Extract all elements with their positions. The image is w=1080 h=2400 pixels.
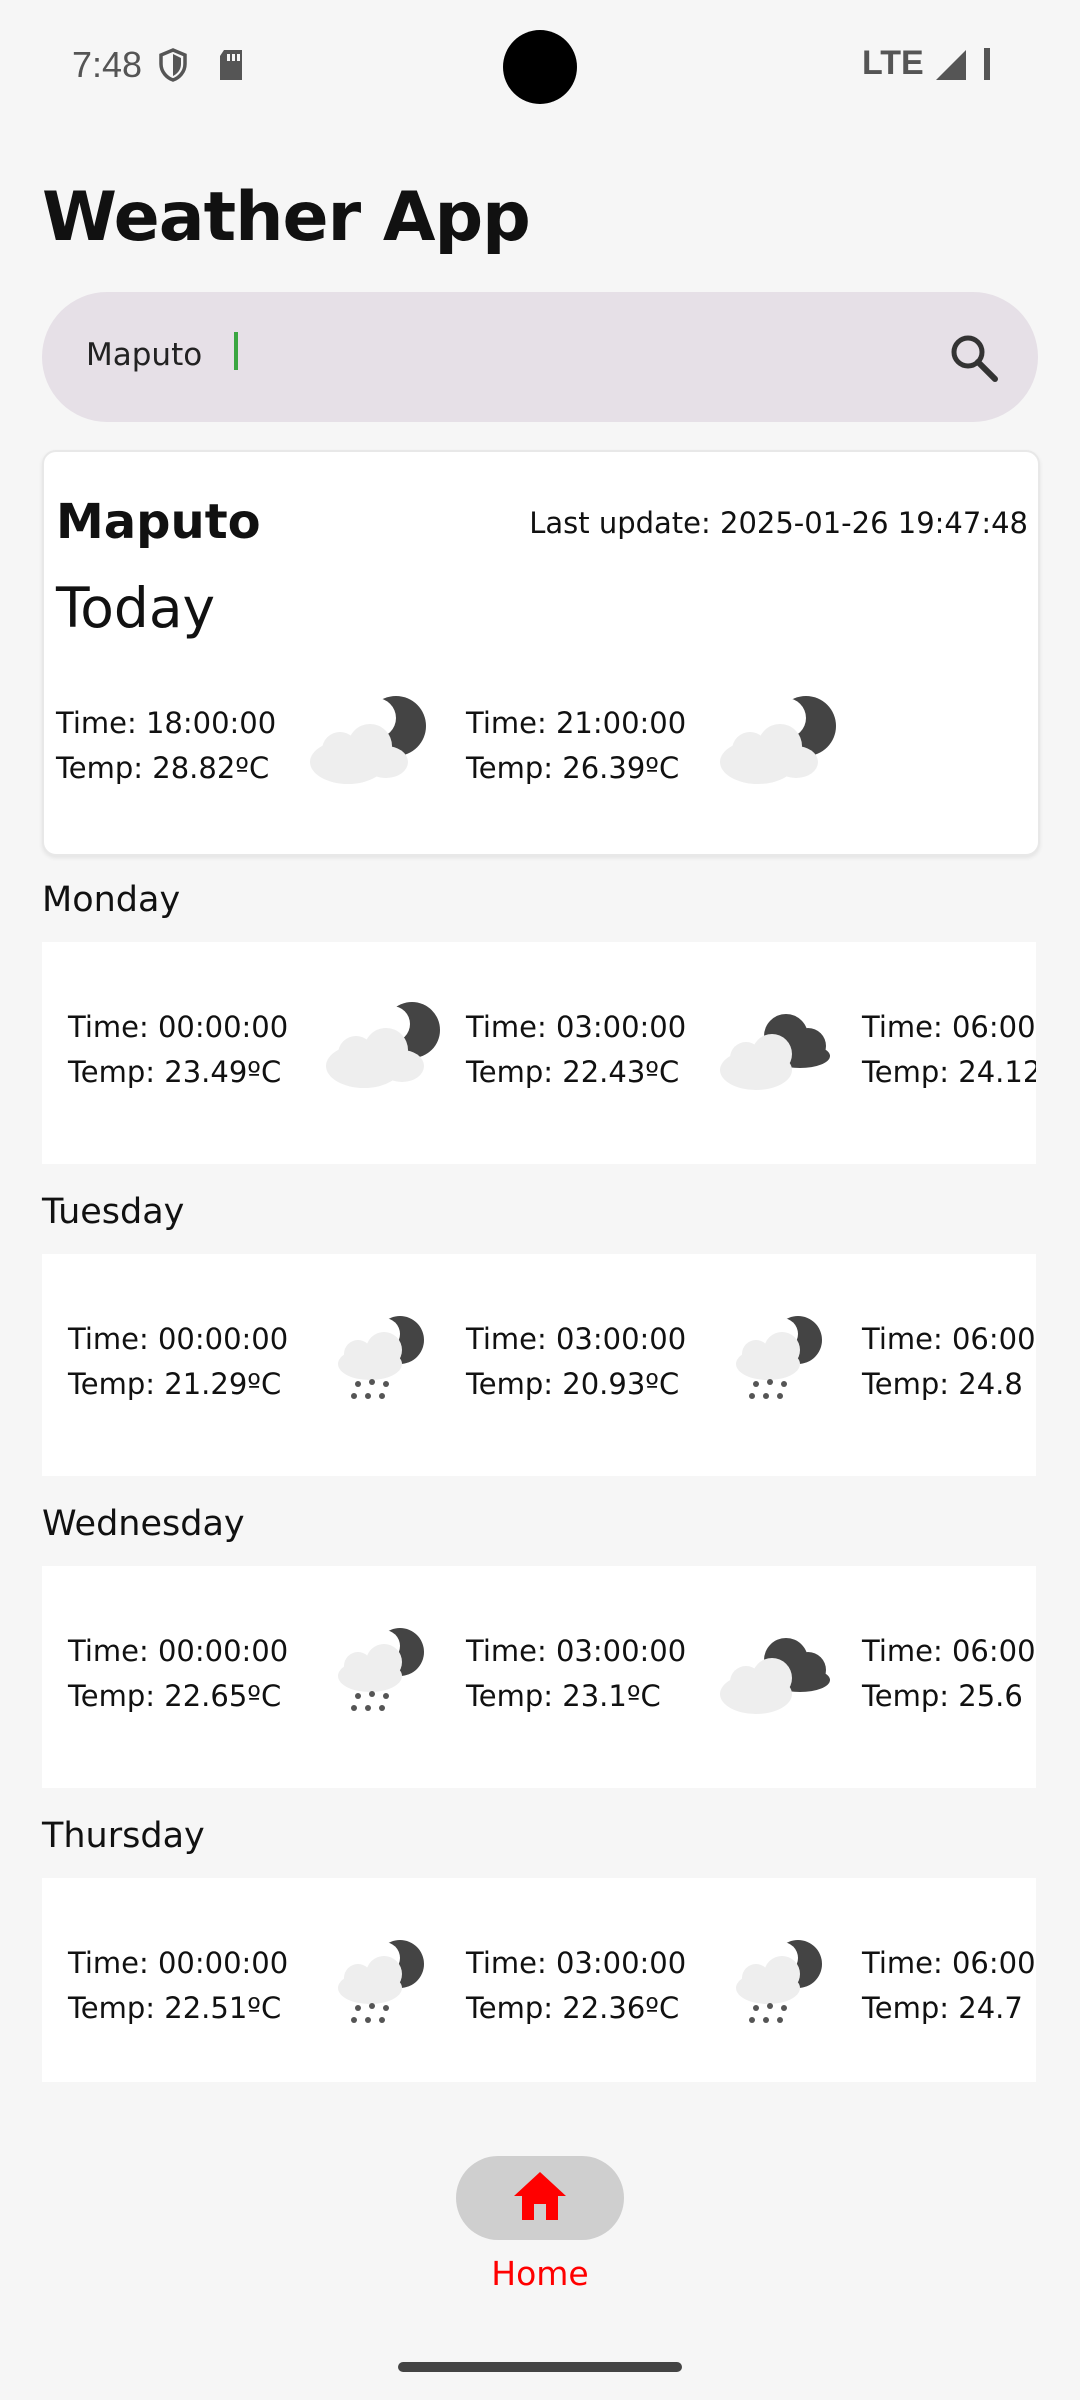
forecast-row-tuesday[interactable]: Time: 00:00:00 Temp: 21.29ºC Time: 03:00… <box>42 1254 1036 1476</box>
forecast-entry: Time: 03:00:00 Temp: 23.1ºC <box>466 1634 866 1734</box>
forecast-temp: Temp: 22.43ºC <box>466 1055 680 1089</box>
today-card: Maputo Last update: 2025-01-26 19:47:48 … <box>42 450 1040 856</box>
forecast-time: Time: 00:00:00 <box>68 1322 289 1356</box>
forecast-row-thursday[interactable]: Time: 00:00:00 Temp: 22.51ºC Time: 03:00… <box>42 1878 1036 2082</box>
forecast-entry: Time: 18:00:00 Temp: 28.82ºC <box>56 696 456 806</box>
forecast-time: Time: 06:00:00 <box>862 1010 1036 1044</box>
bottom-navigation: Home <box>0 2140 1080 2400</box>
forecast-entry: Time: 06:00:00 Temp: 24.8 <box>862 1322 1036 1422</box>
search-input[interactable] <box>84 336 479 374</box>
forecast-entry: Time: 03:00:00 Temp: 22.43ºC <box>466 1010 866 1110</box>
day-label-thursday: Thursday <box>42 1816 205 1856</box>
status-time: 7:48 <box>72 44 143 85</box>
rain-night-icon <box>338 1316 424 1399</box>
forecast-temp: Temp: 22.65ºC <box>68 1679 282 1713</box>
forecast-row-wednesday[interactable]: Time: 00:00:00 Temp: 22.65ºC Time: 03:00… <box>42 1566 1036 1788</box>
forecast-temp: Temp: 23.1ºC <box>466 1679 661 1713</box>
partly-cloudy-night-icon <box>326 1002 440 1088</box>
forecast-temp: Temp: 22.51ºC <box>68 1991 282 2025</box>
forecast-entry: Time: 03:00:00 Temp: 22.36ºC <box>466 1940 866 2046</box>
forecast-entry: Time: 06:00:00 Temp: 24.12ºC <box>862 1010 1036 1110</box>
gesture-bar[interactable] <box>398 2362 682 2372</box>
day-label-wednesday: Wednesday <box>42 1504 245 1544</box>
forecast-temp: Temp: 22.36ºC <box>466 1991 680 2025</box>
nav-home-button[interactable] <box>456 2156 624 2240</box>
forecast-entry: Time: 00:00:00 Temp: 23.49ºC <box>68 1002 468 1110</box>
forecast-entry: Time: 00:00:00 Temp: 21.29ºC <box>68 1316 468 1422</box>
forecast-time: Time: 06:00:00 <box>862 1946 1036 1980</box>
today-label: Today <box>56 576 216 640</box>
day-label-monday: Monday <box>42 880 181 920</box>
forecast-entry: Time: 03:00:00 Temp: 20.93ºC <box>466 1316 866 1422</box>
rain-night-icon <box>338 1940 424 2023</box>
rain-night-icon <box>736 1940 822 2023</box>
forecast-time: Time: 03:00:00 <box>466 1946 687 1980</box>
forecast-time: Time: 03:00:00 <box>466 1322 687 1356</box>
last-update: Last update: 2025-01-26 19:47:48 <box>529 506 1028 540</box>
forecast-temp: Temp: 26.39ºC <box>466 751 680 785</box>
forecast-time: Time: 00:00:00 <box>68 1010 289 1044</box>
forecast-entry: Time: 06:00:00 Temp: 25.6 <box>862 1634 1036 1734</box>
forecast-time: Time: 03:00:00 <box>466 1010 687 1044</box>
camera-cutout <box>503 30 577 104</box>
forecast-entry: Time: 00:00:00 Temp: 22.65ºC <box>68 1628 468 1734</box>
forecast-time: Time: 00:00:00 <box>68 1634 289 1668</box>
forecast-time: Time: 03:00:00 <box>466 1634 687 1668</box>
network-type: LTE <box>862 44 924 82</box>
forecast-time: Time: 18:00:00 <box>56 706 277 740</box>
forecast-temp: Temp: 24.7 <box>862 1991 1023 2025</box>
status-bar: 7:48 LTE <box>0 0 1080 130</box>
partly-cloudy-night-icon <box>310 696 426 784</box>
sd-card-icon <box>220 50 242 80</box>
cloudy-night-icon <box>720 1638 830 1714</box>
forecast-temp: Temp: 25.6 <box>862 1679 1023 1713</box>
search-bar[interactable] <box>42 292 1038 422</box>
forecast-temp: Temp: 21.29ºC <box>68 1367 282 1401</box>
partly-cloudy-night-icon <box>720 696 836 784</box>
day-label-tuesday: Tuesday <box>42 1192 185 1232</box>
cloudy-night-icon <box>720 1014 830 1090</box>
rain-night-icon <box>736 1316 822 1399</box>
forecast-entry: Time: 00:00:00 Temp: 22.51ºC <box>68 1940 468 2046</box>
search-icon[interactable] <box>948 332 1000 384</box>
nav-home-label[interactable]: Home <box>0 2254 1080 2293</box>
shield-icon <box>159 48 187 82</box>
forecast-temp: Temp: 24.8 <box>862 1367 1023 1401</box>
forecast-time: Time: 00:00:00 <box>68 1946 289 1980</box>
text-cursor <box>234 332 238 370</box>
forecast-temp: Temp: 28.82ºC <box>56 751 270 785</box>
forecast-entry: Time: 06:00:00 Temp: 24.7 <box>862 1946 1036 2046</box>
forecast-entry: Time: 21:00:00 Temp: 26.39ºC <box>466 696 866 806</box>
forecast-time: Time: 21:00:00 <box>466 706 687 740</box>
app-title: Weather App <box>42 178 531 257</box>
forecast-temp: Temp: 20.93ºC <box>466 1367 680 1401</box>
battery-icon <box>984 48 990 80</box>
home-icon <box>514 2172 566 2220</box>
forecast-temp: Temp: 24.12ºC <box>862 1055 1036 1089</box>
city-name: Maputo <box>56 494 261 550</box>
forecast-time: Time: 06:00:00 <box>862 1322 1036 1356</box>
forecast-row-monday[interactable]: Time: 00:00:00 Temp: 23.49ºC Time: 03:00… <box>42 942 1036 1164</box>
rain-night-icon <box>338 1628 424 1711</box>
signal-icon <box>936 50 966 80</box>
forecast-time: Time: 06:00:00 <box>862 1634 1036 1668</box>
forecast-temp: Temp: 23.49ºC <box>68 1055 282 1089</box>
